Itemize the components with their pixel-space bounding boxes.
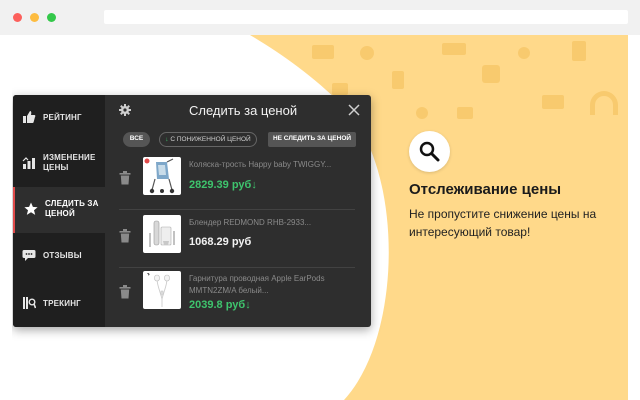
browser-chrome — [0, 0, 640, 35]
window-close-dot[interactable] — [13, 13, 22, 22]
star-icon — [24, 202, 38, 215]
sidebar-item-tracking[interactable]: ТРЕКИНГ — [13, 281, 105, 327]
chat-bubble-icon — [22, 250, 36, 261]
price-tracking-panel: РЕЙТИНГ ИЗМЕНЕНИЕ ЦЕНЫ СЛЕДИТЬ ЗА ЦЕНОЙ — [13, 95, 371, 327]
trash-icon[interactable] — [119, 171, 131, 185]
tracking-icon — [23, 297, 36, 309]
list-item[interactable]: Коляска-трость Happy baby TWIGGY... 2829… — [119, 157, 355, 213]
sidebar-item-label: СЛЕДИТЬ ЗА ЦЕНОЙ — [45, 199, 99, 218]
price-change-icon — [22, 157, 35, 169]
down-arrow-icon: ↓ — [165, 136, 169, 143]
trash-icon[interactable] — [119, 229, 131, 243]
sidebar-item-reviews[interactable]: ОТЗЫВЫ — [13, 233, 105, 279]
product-price: 1068.29 руб — [189, 236, 251, 248]
sidebar-item-price-change[interactable]: ИЗМЕНЕНИЕ ЦЕНЫ — [13, 141, 105, 187]
panel-title: Следить за ценой — [189, 103, 298, 118]
sidebar-item-rating[interactable]: РЕЙТИНГ — [13, 95, 105, 141]
product-name[interactable]: Гарнитура проводная Apple EarPods MMTN2Z… — [189, 273, 357, 297]
panel-sidebar: РЕЙТИНГ ИЗМЕНЕНИЕ ЦЕНЫ СЛЕДИТЬ ЗА ЦЕНОЙ — [13, 95, 105, 327]
product-price: 2039.8 руб↓ — [189, 299, 251, 311]
product-image-blender[interactable] — [143, 215, 181, 253]
filter-lower-price-label: С ПОНИЖЕННОЙ ЦЕНОЙ — [170, 136, 251, 143]
product-image-earpods[interactable] — [143, 271, 181, 309]
magnifier-badge — [409, 131, 450, 172]
new-marker-dot — [144, 158, 150, 164]
close-icon[interactable] — [348, 104, 360, 116]
price-down-arrow-icon: ↓ — [245, 299, 251, 311]
thumbs-up-icon — [23, 111, 36, 123]
product-name[interactable]: Коляска-трость Happy baby TWIGGY... — [189, 159, 357, 171]
sidebar-item-label: РЕЙТИНГ — [43, 113, 82, 122]
gear-icon[interactable] — [119, 104, 131, 116]
search-icon — [419, 141, 440, 162]
apple-logo-icon — [147, 273, 150, 276]
sidebar-item-label: ИЗМЕНЕНИЕ ЦЕНЫ — [43, 153, 96, 172]
list-item[interactable]: Гарнитура проводная Apple EarPods MMTN2Z… — [119, 271, 355, 327]
price-value: 2039.8 руб — [189, 299, 246, 311]
trash-icon[interactable] — [119, 285, 131, 299]
product-image-stroller[interactable] — [143, 157, 181, 195]
filter-lower-price-button[interactable]: ↓ С ПОНИЖЕННОЙ ЦЕНОЙ — [159, 132, 257, 147]
price-value: 1068.29 руб — [189, 236, 252, 248]
window-maximize-dot[interactable] — [47, 13, 56, 22]
sidebar-item-label: ОТЗЫВЫ — [43, 251, 82, 260]
divider — [119, 209, 355, 210]
price-value: 2829.39 руб — [189, 179, 252, 191]
window-minimize-dot[interactable] — [30, 13, 39, 22]
sidebar-item-label: ТРЕКИНГ — [43, 299, 81, 308]
divider — [119, 267, 355, 268]
address-bar[interactable] — [104, 10, 628, 24]
price-down-arrow-icon: ↓ — [251, 179, 257, 191]
page-canvas: Отслеживание цены Не пропустите снижение… — [12, 35, 628, 400]
filter-all-button[interactable]: ВСЕ — [123, 132, 150, 147]
sidebar-item-price-follow[interactable]: СЛЕДИТЬ ЗА ЦЕНОЙ — [13, 187, 105, 233]
feature-description: Не пропустите снижение цены на интересую… — [409, 207, 597, 239]
product-name[interactable]: Блендер REDMOND RHB-2933... — [189, 217, 357, 229]
feature-title: Отслеживание цены — [409, 181, 562, 198]
product-price: 2829.39 руб↓ — [189, 179, 257, 191]
stop-following-button[interactable]: НЕ СЛЕДИТЬ ЗА ЦЕНОЙ — [268, 132, 356, 147]
list-item[interactable]: Блендер REDMOND RHB-2933... 1068.29 руб — [119, 215, 355, 271]
